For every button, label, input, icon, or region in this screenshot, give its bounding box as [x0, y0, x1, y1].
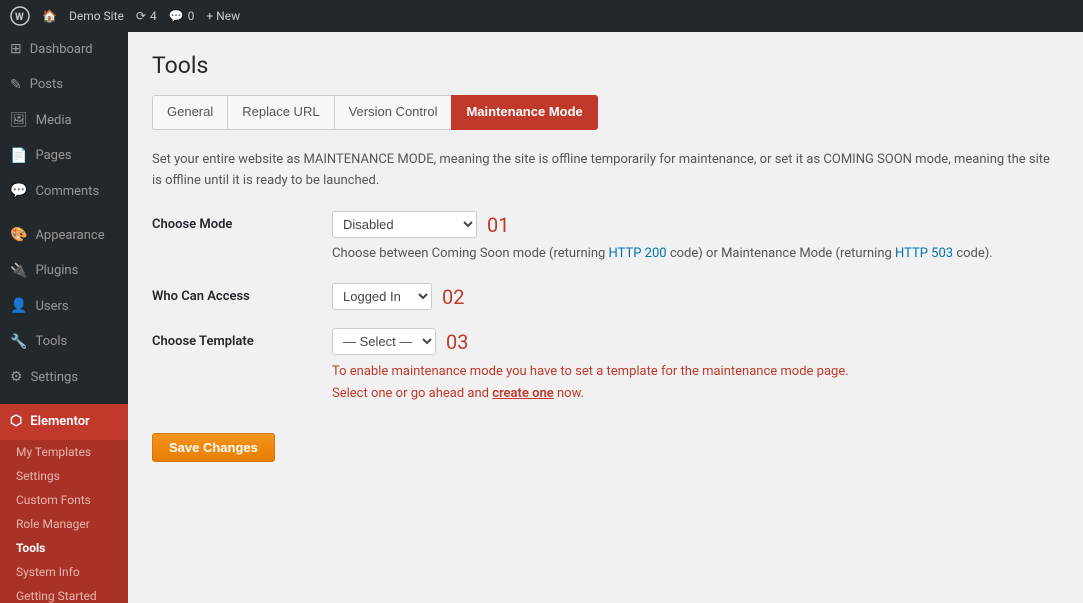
maintenance-description: Set your entire website as MAINTENANCE M…: [152, 150, 1059, 192]
elementor-sub-custom-fonts[interactable]: Custom Fonts: [0, 488, 128, 512]
updates-count: 4: [150, 9, 157, 23]
sidebar-label-media: Media: [36, 112, 72, 130]
http503-link[interactable]: HTTP 503: [895, 246, 953, 261]
elementor-sub-getting-started[interactable]: Getting Started: [0, 584, 128, 603]
sidebar-label-plugins: Plugins: [35, 262, 78, 280]
dashboard-icon: ⊞: [10, 40, 22, 60]
form-row-choose-mode: Choose Mode Disabled Coming Soon Mainten…: [152, 211, 1059, 265]
updates-link[interactable]: ⟳ 4: [136, 9, 157, 23]
sidebar-label-appearance: Appearance: [35, 227, 104, 245]
site-name-link[interactable]: Demo Site: [69, 9, 124, 23]
sidebar-label-elementor: Elementor: [30, 413, 90, 431]
tools-icon: 🔧: [10, 333, 27, 353]
sidebar-item-media[interactable]: 🖼 Media: [0, 103, 128, 139]
field-choose-template: — Select — 03 To enable maintenance mode…: [332, 328, 849, 405]
template-warning: To enable maintenance mode you have to s…: [332, 361, 849, 405]
elementor-icon: ⬡: [10, 412, 22, 432]
pages-icon: 📄: [10, 147, 27, 167]
tab-general[interactable]: General: [152, 95, 227, 130]
comments-link[interactable]: 💬 0: [169, 9, 195, 23]
choose-mode-note: Choose between Coming Soon mode (returni…: [332, 244, 993, 265]
home-icon: 🏠: [42, 9, 57, 23]
sidebar-item-comments[interactable]: 💬 Comments: [0, 174, 128, 210]
content-area: Tools General Replace URL Version Contro…: [128, 32, 1083, 603]
label-choose-template: Choose Template: [152, 328, 332, 349]
elementor-sub-my-templates[interactable]: My Templates: [0, 440, 128, 464]
sidebar-label-users: Users: [35, 298, 68, 316]
label-choose-mode: Choose Mode: [152, 211, 332, 232]
step-number-03: 03: [446, 330, 468, 354]
appearance-icon: 🎨: [10, 226, 27, 246]
sidebar: ⊞ Dashboard ✎ Posts 🖼 Media 📄 Pages 💬 Co…: [0, 32, 128, 603]
sidebar-label-posts: Posts: [30, 76, 63, 94]
sidebar-item-appearance[interactable]: 🎨 Appearance: [0, 218, 128, 254]
comments-icon: 💬: [169, 9, 184, 23]
tabs-bar: General Replace URL Version Control Main…: [152, 95, 1059, 130]
users-icon: 👤: [10, 297, 27, 317]
sidebar-item-elementor[interactable]: ⬡ Elementor: [0, 404, 128, 440]
sidebar-item-dashboard[interactable]: ⊞ Dashboard: [0, 32, 128, 68]
tab-version-control[interactable]: Version Control: [334, 95, 452, 130]
wp-logo-icon: W: [10, 6, 30, 26]
sidebar-item-plugins[interactable]: 🔌 Plugins: [0, 254, 128, 290]
sidebar-item-tools[interactable]: 🔧 Tools: [0, 325, 128, 361]
elementor-sub-tools[interactable]: Tools: [0, 536, 128, 560]
plugins-icon: 🔌: [10, 262, 27, 282]
create-one-link[interactable]: create one: [492, 386, 554, 401]
warning-line3: now.: [557, 386, 584, 401]
sidebar-label-dashboard: Dashboard: [30, 41, 93, 59]
http200-link[interactable]: HTTP 200: [609, 246, 667, 261]
maintenance-form: Choose Mode Disabled Coming Soon Mainten…: [152, 211, 1059, 405]
sidebar-item-pages[interactable]: 📄 Pages: [0, 139, 128, 175]
settings-icon: ⚙: [10, 368, 23, 388]
home-icon-link[interactable]: 🏠: [42, 9, 57, 23]
comments-count: 0: [188, 9, 195, 23]
warning-line1: To enable maintenance mode you have to s…: [332, 364, 849, 379]
form-row-who-can-access: Who Can Access Logged In Everyone Admins…: [152, 283, 1059, 310]
comments-nav-icon: 💬: [10, 182, 27, 202]
select-choose-template[interactable]: — Select —: [332, 328, 436, 355]
elementor-sub-role-manager[interactable]: Role Manager: [0, 512, 128, 536]
tab-maintenance-mode[interactable]: Maintenance Mode: [451, 95, 597, 130]
warning-line2: Select one or go ahead and: [332, 386, 489, 401]
posts-icon: ✎: [10, 76, 22, 96]
select-who-can-access[interactable]: Logged In Everyone Admins: [332, 283, 432, 310]
sidebar-label-tools: Tools: [35, 333, 67, 351]
svg-text:W: W: [15, 12, 24, 23]
updates-icon: ⟳: [136, 9, 146, 23]
page-title: Tools: [152, 52, 1059, 79]
new-content-link[interactable]: + New: [206, 9, 240, 23]
wp-logo-link[interactable]: W: [10, 6, 30, 26]
sidebar-item-users[interactable]: 👤 Users: [0, 289, 128, 325]
step-number-01: 01: [487, 213, 509, 237]
elementor-submenu: My Templates Settings Custom Fonts Role …: [0, 440, 128, 603]
site-name: Demo Site: [69, 9, 124, 23]
tab-replace-url[interactable]: Replace URL: [227, 95, 333, 130]
form-row-choose-template: Choose Template — Select — 03 To enable …: [152, 328, 1059, 405]
select-choose-mode[interactable]: Disabled Coming Soon Maintenance Mode: [332, 211, 477, 238]
elementor-sub-system-info[interactable]: System Info: [0, 560, 128, 584]
sidebar-label-settings: Settings: [31, 369, 78, 387]
field-who-can-access: Logged In Everyone Admins 02: [332, 283, 464, 310]
elementor-sub-settings[interactable]: Settings: [0, 464, 128, 488]
admin-bar: W 🏠 Demo Site ⟳ 4 💬 0 + New: [0, 0, 1083, 32]
sidebar-item-settings[interactable]: ⚙ Settings: [0, 360, 128, 396]
field-choose-mode: Disabled Coming Soon Maintenance Mode 01…: [332, 211, 993, 265]
sidebar-item-posts[interactable]: ✎ Posts: [0, 68, 128, 104]
sidebar-label-pages: Pages: [35, 147, 71, 165]
new-label: + New: [206, 9, 240, 23]
step-number-02: 02: [442, 285, 464, 309]
media-icon: 🖼: [10, 111, 28, 131]
label-who-can-access: Who Can Access: [152, 283, 332, 304]
save-changes-button[interactable]: Save Changes: [152, 433, 275, 462]
sidebar-label-comments: Comments: [35, 183, 99, 201]
